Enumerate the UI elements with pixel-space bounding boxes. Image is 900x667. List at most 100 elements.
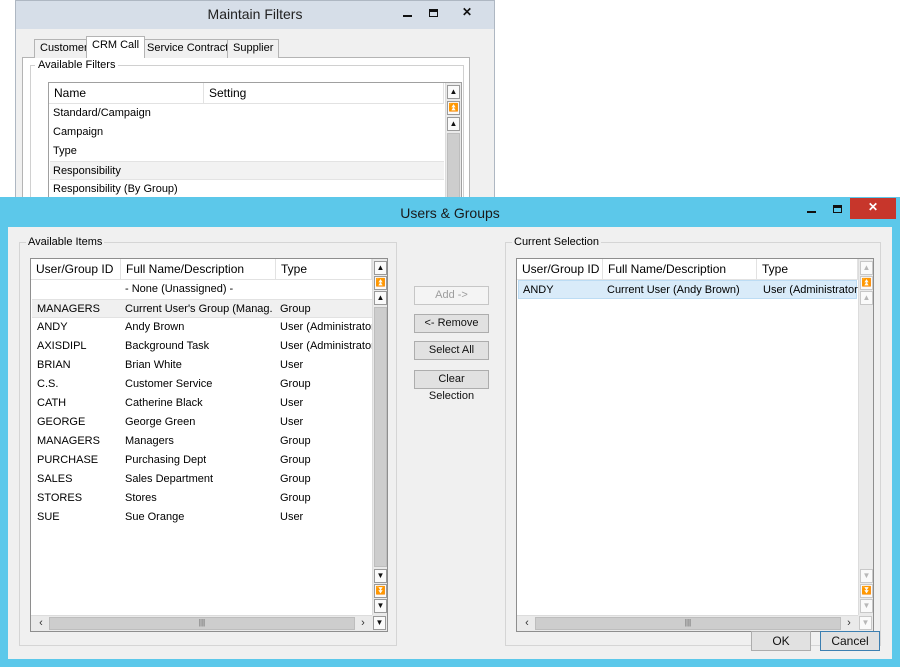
tab-service-contract[interactable]: Service Contract (141, 39, 235, 58)
cell-name: Sue Orange (125, 511, 185, 523)
cell-type: User (280, 416, 304, 428)
cell-id: STORES (37, 492, 83, 504)
table-row[interactable]: STORES Stores Group (32, 489, 372, 508)
cell-name: Brian White (125, 359, 182, 371)
table-row[interactable]: AXISDIPL Background Task User (Administr… (32, 337, 378, 356)
filters-vertical-scrollbar[interactable]: ▲ ⏫ ▲ (445, 83, 461, 198)
scroll-down-icon[interactable]: ▼ (374, 569, 387, 583)
select-all-button[interactable]: Select All (414, 341, 489, 360)
table-row[interactable]: CATH Catherine Black User (32, 394, 372, 413)
column-header-user-group-id[interactable]: User/Group ID (517, 259, 603, 280)
add-button[interactable]: Add -> (414, 286, 489, 305)
dialog-client-area: Available Items User/Group ID Full Name/… (8, 227, 892, 659)
scroll-top-icon[interactable]: ▲ (374, 261, 387, 275)
column-header-full-name[interactable]: Full Name/Description (603, 259, 757, 280)
minimize-icon[interactable] (798, 199, 824, 219)
maintain-filters-window: Maintain Filters ✕ Customer CRM Call Ser… (15, 0, 495, 199)
table-row[interactable]: BRIAN Brian White User (32, 356, 372, 375)
scroll-bottom-icon[interactable]: ▼ (859, 616, 872, 630)
cell-type: User (280, 359, 304, 371)
minimize-icon[interactable] (394, 3, 420, 23)
tab-crm-call[interactable]: CRM Call (86, 36, 146, 58)
close-icon[interactable]: ✕ (850, 198, 896, 219)
cell-type: User (Administrator) (280, 340, 379, 352)
users-groups-dialog: Users & Groups ✕ Available Items User/Gr… (0, 197, 900, 667)
table-row[interactable]: MANAGERS Current User's Group (Manag... … (32, 299, 372, 318)
cell-id: GEORGE (37, 416, 86, 428)
available-vertical-scrollbar[interactable]: ▲ ⏫ ▲ ▼ ⏬ ▼ (372, 259, 387, 615)
close-icon[interactable]: ✕ (444, 3, 490, 23)
column-header-name[interactable]: Name (49, 83, 204, 104)
clear-selection-button[interactable]: Clear Selection (414, 370, 489, 402)
table-row[interactable]: SUE Sue Orange User (32, 508, 372, 527)
table-row[interactable]: SALES Sales Department Group (32, 470, 372, 489)
available-items-label: Available Items (26, 236, 105, 248)
current-selection-label: Current Selection (512, 236, 601, 248)
column-header-type[interactable]: Type (276, 259, 372, 280)
cell-type: Group (280, 492, 311, 504)
scroll-up-icon[interactable]: ▲ (860, 291, 873, 305)
available-items-list[interactable]: User/Group ID Full Name/Description Type… (30, 258, 388, 632)
filters-list: Name Setting Standard/Campaign Campaign … (48, 82, 462, 198)
scroll-bottom-icon[interactable]: ▼ (374, 599, 387, 613)
scroll-down-icon[interactable]: ▼ (860, 569, 873, 583)
filter-row[interactable]: Standard/Campaign (50, 104, 444, 123)
cell-id: C.S. (37, 378, 59, 390)
column-header-full-name[interactable]: Full Name/Description (121, 259, 276, 280)
cancel-button[interactable]: Cancel (820, 631, 880, 651)
scroll-page-up-icon[interactable]: ⏫ (447, 101, 460, 115)
scroll-thumb[interactable] (447, 133, 460, 198)
cell-name: Catherine Black (125, 397, 203, 409)
scroll-up-icon[interactable]: ▲ (447, 117, 460, 131)
scroll-top-icon[interactable]: ▲ (447, 85, 460, 99)
cell-id: MANAGERS (37, 435, 100, 447)
scroll-top-icon[interactable]: ▲ (860, 261, 873, 275)
scroll-corner: ▼ (372, 615, 387, 631)
maximize-icon[interactable] (824, 199, 850, 219)
scroll-thumb[interactable] (374, 307, 387, 567)
table-row[interactable]: MANAGERS Managers Group (32, 432, 372, 451)
cell-type: User (280, 511, 304, 523)
cell-name: Managers (125, 435, 174, 447)
scroll-bottom-icon[interactable]: ▼ (860, 599, 873, 613)
cell-name: Customer Service (125, 378, 213, 390)
scroll-bottom-icon[interactable]: ▼ (373, 616, 386, 630)
filter-row[interactable]: Responsibility (50, 161, 444, 180)
scroll-right-icon[interactable]: › (841, 617, 857, 630)
table-row[interactable]: - None (Unassigned) - (32, 280, 372, 299)
table-row[interactable]: PURCHASE Purchasing Dept Group (32, 451, 372, 470)
table-row[interactable]: C.S. Customer Service Group (32, 375, 372, 394)
scroll-page-up-icon[interactable]: ⏫ (374, 276, 387, 290)
column-header-setting[interactable]: Setting (204, 83, 444, 104)
scroll-up-icon[interactable]: ▲ (374, 291, 387, 305)
available-horizontal-scrollbar[interactable]: ‹ ||| › (31, 615, 372, 631)
scroll-left-icon[interactable]: ‹ (33, 617, 49, 630)
ok-button[interactable]: OK (751, 631, 811, 651)
filter-row[interactable]: Campaign (50, 123, 444, 142)
table-row[interactable]: GEORGE George Green User (32, 413, 372, 432)
scroll-thumb[interactable]: ||| (535, 617, 841, 630)
current-vertical-scrollbar[interactable]: ▲ ⏫ ▲ ▼ ⏬ ▼ (858, 259, 873, 615)
tab-customer[interactable]: Customer (34, 39, 94, 58)
scroll-left-icon[interactable]: ‹ (519, 617, 535, 630)
scroll-page-down-icon[interactable]: ⏬ (860, 584, 873, 598)
column-header-type[interactable]: Type (757, 259, 858, 280)
scroll-thumb[interactable]: ||| (49, 617, 355, 630)
scroll-page-up-icon[interactable]: ⏫ (860, 276, 873, 290)
dialog-title: Users & Groups (400, 205, 500, 221)
maximize-icon[interactable] (420, 3, 446, 23)
available-filters-label: Available Filters (35, 59, 119, 71)
table-row[interactable]: ANDY Current User (Andy Brown) User (Adm… (518, 280, 861, 299)
cell-name: George Green (125, 416, 196, 428)
column-header-user-group-id[interactable]: User/Group ID (31, 259, 121, 280)
current-horizontal-scrollbar[interactable]: ‹ ||| › (517, 615, 858, 631)
table-row[interactable]: ANDY Andy Brown User (Administrator) (32, 318, 378, 337)
remove-button[interactable]: <- Remove (414, 314, 489, 333)
tab-supplier[interactable]: Supplier (227, 39, 280, 58)
scroll-page-down-icon[interactable]: ⏬ (374, 584, 387, 598)
filter-row[interactable]: Type (50, 142, 444, 161)
cell-id: ANDY (37, 321, 68, 333)
current-selection-list[interactable]: User/Group ID Full Name/Description Type… (516, 258, 874, 632)
cell-type: User (Administrator) (280, 321, 379, 333)
scroll-right-icon[interactable]: › (355, 617, 371, 630)
